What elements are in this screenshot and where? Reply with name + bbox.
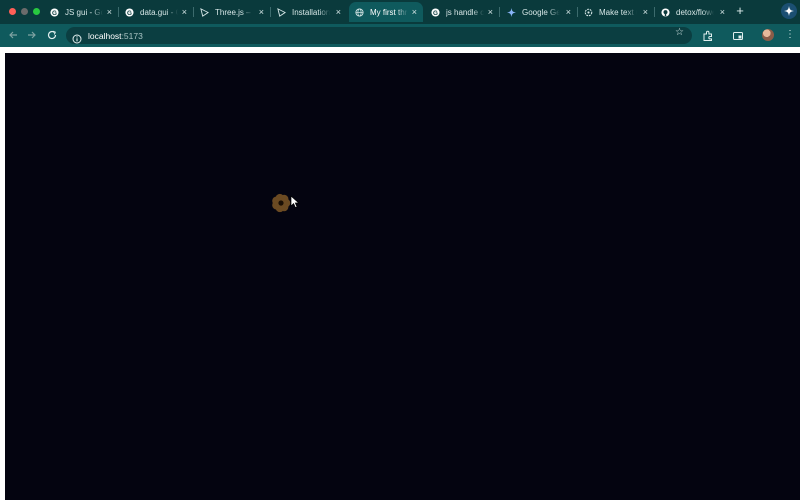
threejs-canvas[interactable] [5,53,800,500]
fullscreen-window-button[interactable] [33,8,40,15]
svg-text:G: G [52,9,57,16]
flower-center [278,200,284,206]
tab-label: Three.js – JavaScript [215,7,253,17]
arrow-right-icon [28,31,36,39]
tab-make-text-unselectable[interactable]: Make text unselectable × [578,2,654,22]
close-tab-icon[interactable]: × [336,7,341,17]
tab-js-gui[interactable]: G JS gui - Google × [44,2,118,22]
browser-toolbar: localhost:5173 ☆ ⋮ [0,24,800,47]
minimize-window-button[interactable] [21,8,28,15]
close-tab-icon[interactable]: × [720,7,725,17]
url-host: localhost [88,30,122,41]
close-tab-icon[interactable]: × [182,7,187,17]
globe-icon [355,7,364,17]
browser-window: G JS gui - Google × G data.gui - Google … [0,0,800,500]
tab-label: JS gui - Google [65,7,103,17]
close-window-button[interactable] [9,8,16,15]
tab-separator [499,7,500,17]
back-button[interactable] [6,28,20,42]
threejs-icon [277,7,286,17]
close-tab-icon[interactable]: × [643,7,648,17]
browser-menu-icon[interactable]: ⋮ [785,29,795,41]
site-info-icon[interactable] [72,31,82,43]
google-icon: G [50,7,59,17]
bookmark-star-icon[interactable]: ☆ [675,28,685,38]
address-url: localhost:5173 [88,31,143,41]
url-port: :5173 [121,30,143,41]
svg-text:G: G [127,9,132,16]
svg-text:G: G [433,9,438,16]
gemini-icon [784,6,794,16]
tab-detox-flowers[interactable]: detox/flowers × [655,2,731,22]
tab-label: My first three.js app [370,7,408,17]
openai-icon [584,8,593,17]
google-icon: G [431,7,440,17]
gemini-icon [507,7,516,17]
tab-label: Google Gemini [522,7,560,17]
tab-data-gui[interactable]: G data.gui - Google × [119,2,193,22]
reload-button[interactable] [45,28,59,42]
tab-label: Installation [292,7,330,17]
forward-button[interactable] [25,28,39,42]
close-tab-icon[interactable]: × [259,7,264,17]
close-tab-icon[interactable]: × [488,7,493,17]
reload-icon [47,30,57,40]
tab-google-gemini[interactable]: Google Gemini × [501,2,577,22]
close-tab-icon[interactable]: × [566,7,571,17]
tab-label: data.gui - Google [140,7,178,17]
tab-installation[interactable]: Installation × [271,2,347,22]
tab-my-first-threejs-app[interactable]: My first three.js app × [349,2,423,22]
github-icon [661,7,670,17]
arrow-left-icon [9,31,17,39]
extensions-icon[interactable] [702,29,714,41]
profile-avatar[interactable] [762,29,774,41]
google-icon: G [125,7,134,17]
address-bar[interactable]: localhost:5173 [66,27,692,44]
cast-media-icon[interactable] [732,29,744,41]
tab-strip: G JS gui - Google × G data.gui - Google … [0,0,800,24]
gemini-sidebar-button[interactable] [781,3,797,19]
tab-label: Make text unselectable [599,7,637,17]
mouse-cursor-icon [290,195,300,209]
threejs-icon [200,7,209,17]
new-tab-button[interactable]: + [734,4,746,18]
tab-label: js handle click [446,7,484,17]
tab-threejs[interactable]: Three.js – JavaScript × [194,2,270,22]
tab-js-handle-click[interactable]: G js handle click × [425,2,499,22]
close-tab-icon[interactable]: × [107,7,112,17]
close-tab-icon[interactable]: × [412,7,417,17]
tab-label: detox/flowers [676,7,714,17]
flower-sprite[interactable] [270,192,292,214]
